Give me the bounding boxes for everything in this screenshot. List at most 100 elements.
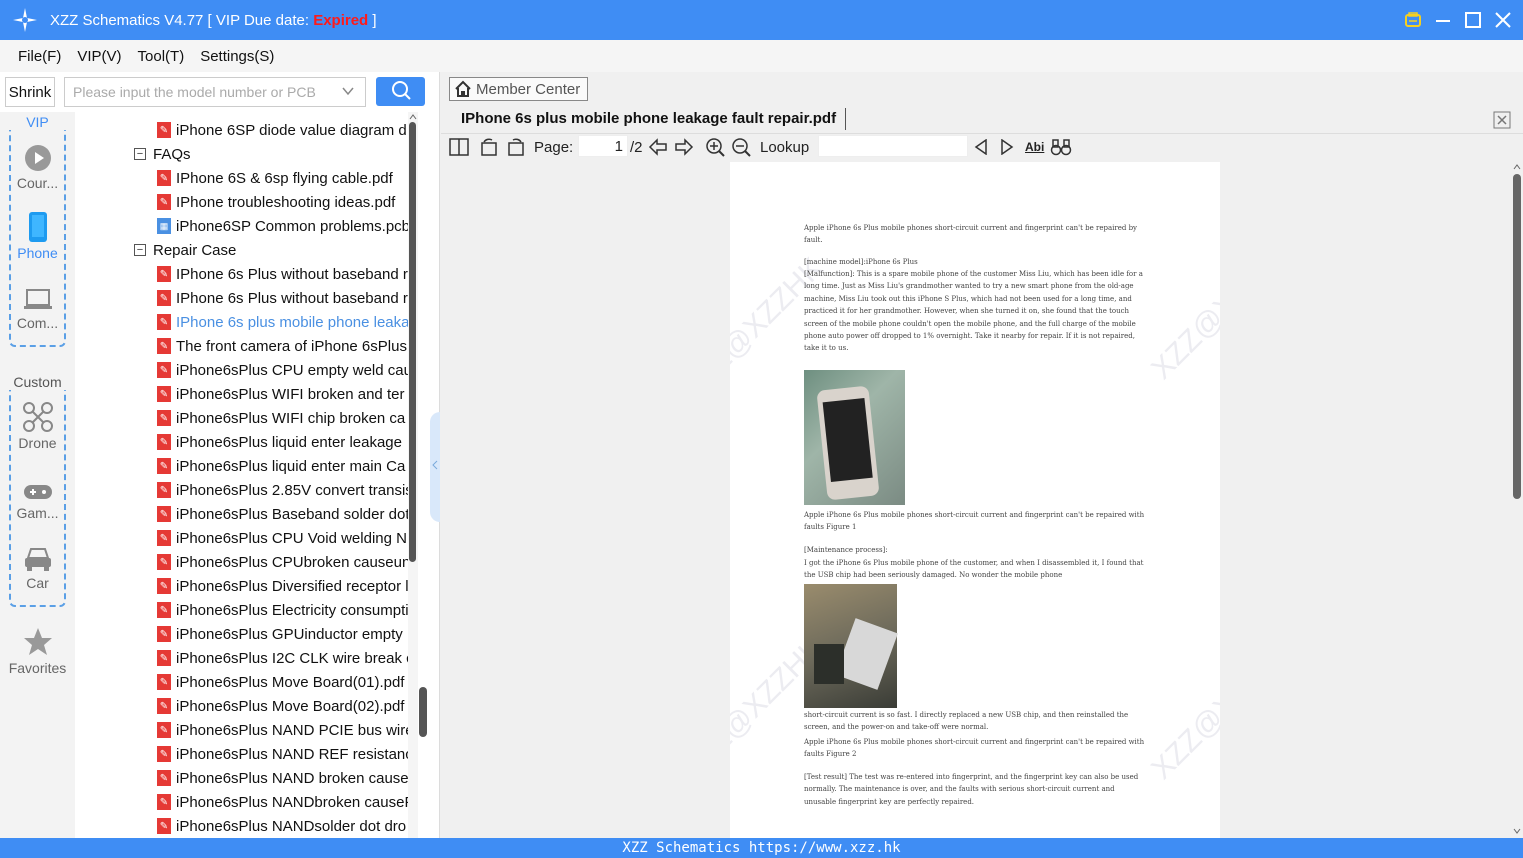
tree-scrollbar[interactable] [408, 112, 418, 838]
document-viewer[interactable]: XZZ@XZZHK XZZ@XZZHK XZZ@XZZHK XZZ@XZZHK … [441, 162, 1523, 838]
tree-pdf-file[interactable]: ✎ iPhone6sPlus liquid enter leakage [157, 430, 402, 454]
tree-item-label: iPhone6sPlus I2C CLK wire break c [176, 649, 408, 667]
wallet-icon[interactable] [1403, 10, 1423, 30]
tree-pdf-file[interactable]: ✎ iPhone6sPlus CPUbroken causeun [157, 550, 408, 574]
pdf-file-icon: ✎ [157, 266, 171, 282]
category-car[interactable]: Car [0, 542, 75, 591]
tree-pdf-file[interactable]: ✎ iPhone6sPlus NAND REF resistanc [157, 742, 408, 766]
sidebar-toggle-icon[interactable] [449, 137, 469, 157]
tree-pdf-file[interactable]: ✎ iPhone6sPlus NANDsolder dot dro [157, 814, 406, 838]
category-course[interactable]: Cour... [0, 142, 75, 191]
star-icon [23, 628, 52, 655]
tree-pdf-file[interactable]: ✎ IPhone troubleshooting ideas.pdf [157, 190, 395, 214]
pdf-file-icon: ✎ [157, 746, 171, 762]
tree-pdf-file[interactable]: ✎ IPhone 6s Plus without baseband r [157, 262, 408, 286]
tab-bar: IPhone 6s plus mobile phone leakage faul… [441, 106, 1523, 134]
doc-title: Apple iPhone 6s Plus mobile phones short… [804, 224, 1137, 245]
tree-pdf-file[interactable]: ✎ IPhone 6s plus mobile phone leaka [157, 310, 408, 334]
pdf-file-icon: ✎ [157, 338, 171, 354]
minimize-icon[interactable] [1433, 10, 1453, 30]
tree-scroll-thumb[interactable] [419, 687, 427, 737]
doc-process-heading: [Maintenance process]: [804, 546, 888, 554]
pdf-file-icon: ✎ [157, 386, 171, 402]
tree-pdf-file[interactable]: ✎ IPhone 6s Plus without baseband r [157, 286, 408, 310]
rotate-left-icon[interactable] [479, 137, 499, 157]
category-favorites[interactable]: Favorites [0, 627, 75, 676]
tree-folder[interactable]: − FAQs [134, 142, 191, 166]
tree-pcb-file[interactable]: ▦ iPhone6SP Common problems.pcb [157, 214, 408, 238]
collapse-panel-handle[interactable] [430, 412, 440, 522]
shrink-button[interactable]: Shrink [5, 77, 55, 107]
tree-pdf-file[interactable]: ✎ iPhone6sPlus GPUinductor empty [157, 622, 403, 646]
collapse-toggle-icon[interactable]: − [134, 244, 146, 256]
tree-item-label: iPhone6sPlus NANDsolder dot dro [176, 817, 407, 835]
tree-pdf-file[interactable]: ✎ iPhone6sPlus Move Board(02).pdf [157, 694, 404, 718]
lookup-input[interactable] [818, 135, 968, 157]
photo-phone-figure-1 [804, 370, 905, 505]
tree-item-label: iPhone6sPlus Baseband solder dot [176, 505, 408, 523]
maximize-icon[interactable] [1463, 10, 1483, 30]
menu-tool[interactable]: Tool(T) [138, 48, 185, 65]
collapse-toggle-icon[interactable]: − [134, 148, 146, 160]
tree-pdf-file[interactable]: ✎ iPhone6sPlus liquid enter main Ca [157, 454, 405, 478]
tree-pdf-file[interactable]: ✎ IPhone 6S & 6sp flying cable.pdf [157, 166, 393, 190]
category-drone[interactable]: Drone [0, 402, 75, 451]
menu-file[interactable]: File(F) [18, 48, 61, 65]
prev-page-icon[interactable] [648, 137, 668, 157]
tree-folder[interactable]: − Repair Case [134, 238, 236, 262]
tree-item-label: iPhone6sPlus CPU empty weld cau [176, 361, 408, 379]
tree-pdf-file[interactable]: ✎ iPhone6sPlus I2C CLK wire break c [157, 646, 408, 670]
pdf-file-icon: ✎ [157, 434, 171, 450]
tree-pdf-file[interactable]: ✎ iPhone6sPlus CPU empty weld cau [157, 358, 408, 382]
pdf-file-icon: ✎ [157, 530, 171, 546]
tree-item-label: iPhone6sPlus GPUinductor empty [176, 625, 403, 643]
tree-pdf-file[interactable]: ✎ iPhone6sPlus Diversified receptor l [157, 574, 408, 598]
tree-pdf-file[interactable]: ✎ iPhone6sPlus NAND broken cause [157, 766, 408, 790]
tree-pdf-file[interactable]: ✎ iPhone6sPlus NAND PCIE bus wire [157, 718, 408, 742]
play-icon [24, 145, 51, 171]
pdf-file-icon: ✎ [157, 794, 171, 810]
tree-pdf-file[interactable]: ✎ iPhone6sPlus 2.85V convert transis [157, 478, 408, 502]
category-computer[interactable]: Com... [0, 282, 75, 331]
close-tab-icon[interactable] [1493, 111, 1511, 129]
tree-pdf-file[interactable]: ✎ iPhone6sPlus WIFI chip broken ca [157, 406, 405, 430]
tree-pdf-file[interactable]: ✎ iPhone6sPlus CPU Void welding N [157, 526, 407, 550]
zoom-out-icon[interactable] [731, 137, 751, 157]
doc-caption-2: Apple iPhone 6s Plus mobile phones short… [804, 738, 1145, 759]
tree-pdf-file[interactable]: ✎ iPhone6sPlus NANDbroken causeP [157, 790, 408, 814]
find-prev-icon[interactable] [974, 137, 988, 157]
tab-document[interactable]: IPhone 6s plus mobile phone leakage faul… [461, 110, 836, 127]
page-total: /2 [630, 138, 643, 156]
menu-settings[interactable]: Settings(S) [200, 48, 274, 65]
tree-pdf-file[interactable]: ✎ iPhone6sPlus Baseband solder dot [157, 502, 408, 526]
pdf-file-icon: ✎ [157, 362, 171, 378]
search-button[interactable] [376, 77, 425, 106]
tree-pdf-file[interactable]: ✎ iPhone 6SP diode value diagram d [157, 118, 407, 142]
close-icon[interactable] [1493, 10, 1513, 30]
tree-pdf-file[interactable]: ✎ The front camera of iPhone 6sPlus [157, 334, 407, 358]
menu-vip[interactable]: VIP(V) [77, 48, 121, 65]
home-icon [454, 80, 472, 98]
zoom-in-icon[interactable] [705, 137, 725, 157]
search-input[interactable]: Please input the model number or PCB [64, 77, 366, 107]
doc-caption-1: Apple iPhone 6s Plus mobile phones short… [804, 511, 1145, 532]
match-case-icon[interactable]: Abi [1025, 137, 1044, 157]
tree-item-label: iPhone6sPlus Electricity consumpti [176, 601, 408, 619]
category-game[interactable]: Gam... [0, 472, 75, 521]
menu-bar: File(F) VIP(V) Tool(T) Settings(S) [0, 40, 1523, 72]
pdf-file-icon: ✎ [157, 506, 171, 522]
binoculars-icon[interactable] [1050, 137, 1072, 157]
tree-pdf-file[interactable]: ✎ iPhone6sPlus Move Board(01).pdf [157, 670, 404, 694]
find-next-icon[interactable] [1000, 137, 1014, 157]
next-page-icon[interactable] [674, 137, 694, 157]
page-number-input[interactable]: 1 [578, 135, 628, 157]
rotate-right-icon[interactable] [506, 137, 526, 157]
tree-pdf-file[interactable]: ✎ iPhone6sPlus Electricity consumpti [157, 598, 408, 622]
tree-pdf-file[interactable]: ✎ iPhone6sPlus WIFI broken and ter [157, 382, 404, 406]
viewer-scrollbar[interactable] [1511, 162, 1523, 838]
category-phone[interactable]: Phone [0, 212, 75, 261]
chevron-down-icon[interactable] [341, 84, 355, 101]
tree-item-label: IPhone 6s plus mobile phone leaka [176, 313, 408, 331]
tree-item-label: Repair Case [153, 241, 237, 259]
member-center-button[interactable]: Member Center [449, 77, 588, 101]
